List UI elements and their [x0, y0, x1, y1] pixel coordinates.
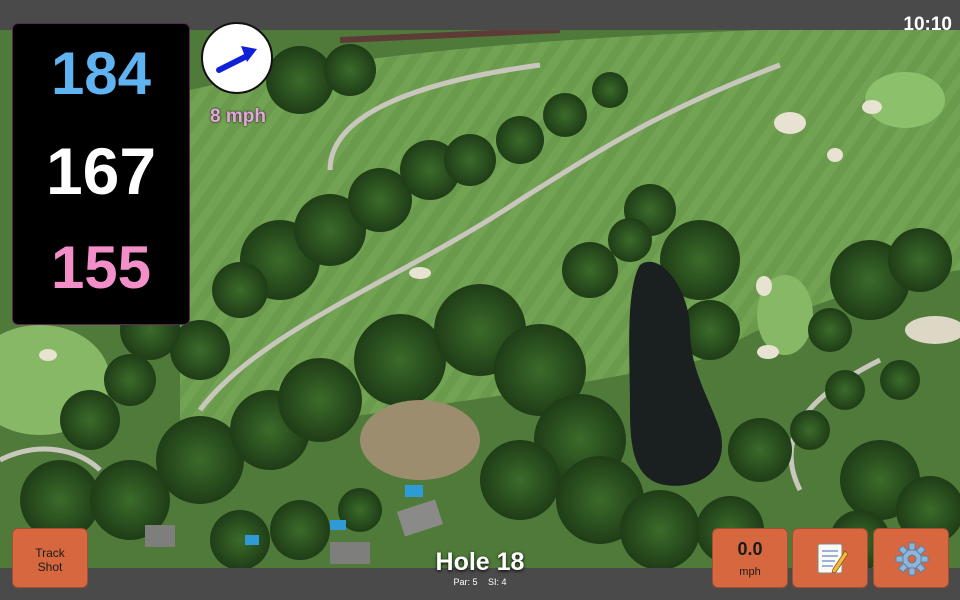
distance-middle: 167 [45, 134, 157, 208]
speed-value: 0.0 [737, 539, 763, 559]
hole-title: Hole 18 [435, 548, 525, 576]
speed-unit: mph [739, 566, 761, 578]
speed-button[interactable]: 0.0 mph [712, 528, 788, 588]
notes-button[interactable] [792, 528, 868, 588]
clock: 10:10 [903, 14, 952, 35]
settings-button[interactable] [873, 528, 949, 588]
distance-panel: 184 167 155 [12, 23, 190, 325]
notepad-icon [817, 543, 849, 574]
hole-stroke-index: SI: 4 [488, 577, 507, 587]
hole-info: Par: 5 SI: 4 [380, 577, 580, 587]
distance-back: 184 [50, 40, 152, 107]
hole-par: Par: 5 [453, 577, 478, 587]
wind-arrow-icon [216, 46, 257, 73]
track-shot-label-line1: Track [35, 546, 65, 560]
wind-indicator [201, 22, 273, 94]
track-shot-button[interactable]: Track Shot [12, 528, 88, 588]
track-shot-label-line2: Shot [37, 560, 63, 574]
distance-front: 155 [50, 234, 152, 301]
gear-icon [895, 542, 929, 576]
wind-speed-label: 8 mph [210, 106, 266, 127]
